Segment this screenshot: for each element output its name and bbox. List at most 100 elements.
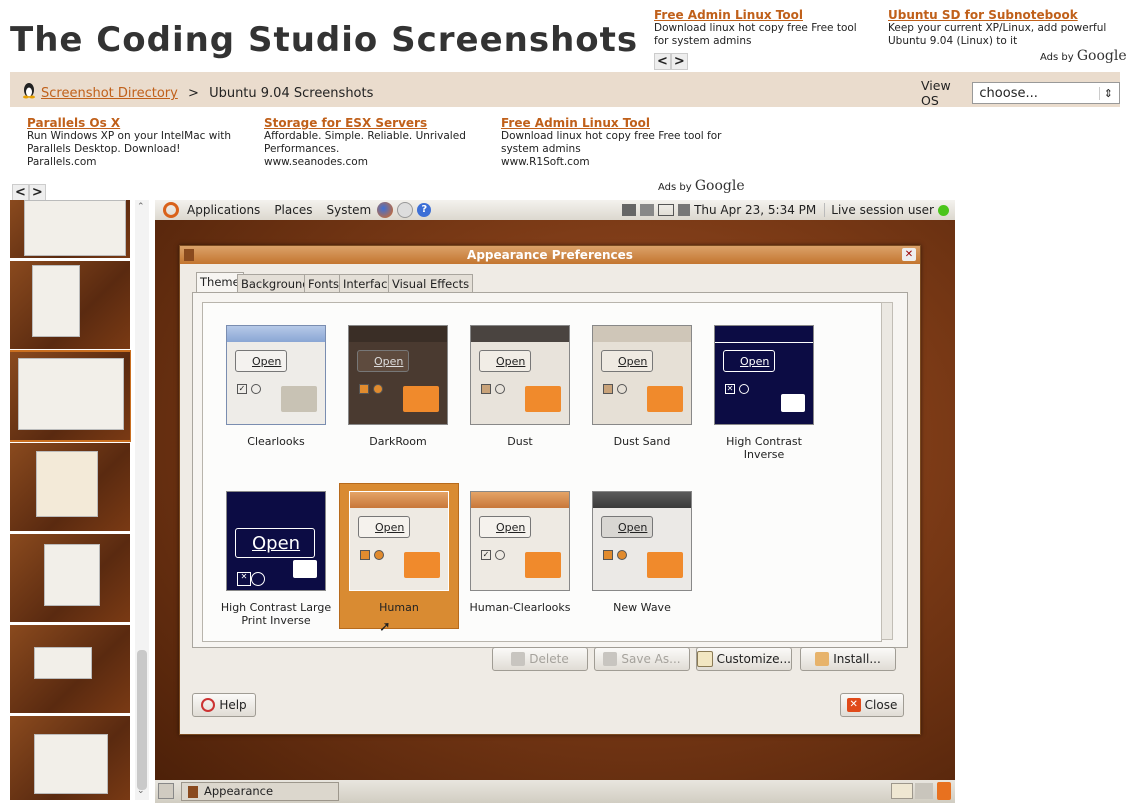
scroll-up-icon[interactable]: ⌃ <box>137 202 145 212</box>
ad-body: Affordable. Simple. Reliable. Unrivaled … <box>264 130 466 155</box>
mid-ad-3[interactable]: Free Admin Linux Tool Download linux hot… <box>501 116 726 168</box>
screenshot-thumbnail[interactable] <box>10 534 130 622</box>
ad-prev-button[interactable]: < <box>12 184 29 201</box>
panel-menu-applications[interactable]: Applications <box>187 203 260 217</box>
help-icon[interactable]: ? <box>417 203 432 217</box>
theme-item-high-contrast-inverse[interactable]: Open ✕ High Contrast Inverse <box>705 325 823 461</box>
close-icon[interactable]: ✕ <box>902 248 916 261</box>
firefox-icon[interactable] <box>377 202 394 218</box>
volume-icon[interactable] <box>678 204 691 216</box>
view-os-select[interactable]: choose... ⇕ <box>972 82 1120 104</box>
scroll-thumb[interactable] <box>137 650 147 790</box>
ads-by-google[interactable]: Ads by Google <box>1040 48 1127 64</box>
mid-ad-1[interactable]: Parallels Os X Run Windows XP on your In… <box>27 116 252 168</box>
network-icon[interactable] <box>622 204 637 216</box>
ad-url[interactable]: Parallels.com <box>27 156 252 168</box>
ad-title[interactable]: Storage for ESX Servers <box>264 116 489 130</box>
thumbnail-strip <box>10 200 131 800</box>
ad-title[interactable]: Free Admin Linux Tool <box>654 8 874 22</box>
theme-item-human-clearlooks[interactable]: Open ✓ Human-Clearlooks <box>461 491 579 614</box>
breadcrumb: Screenshot Directory > Ubuntu 9.04 Scree… <box>41 82 373 101</box>
customize-button[interactable]: Customize... <box>696 647 792 671</box>
mail-icon[interactable] <box>397 202 414 218</box>
help-button[interactable]: Help <box>192 693 256 717</box>
save-as-button[interactable]: Save As... <box>594 647 690 671</box>
taskbar-item-appearance[interactable]: Appearance Preferences <box>181 782 339 803</box>
site-title: The Coding Studio Screenshots <box>10 20 639 60</box>
breadcrumb-bar: Screenshot Directory > Ubuntu 9.04 Scree… <box>10 72 1120 108</box>
theme-tab-page: Open ✓ Clearlooks Open DarkRoom Open Dus… <box>192 292 908 648</box>
ad-url[interactable]: www.R1Soft.com <box>501 156 726 168</box>
theme-item-dust-sand[interactable]: Open Dust Sand <box>583 325 701 448</box>
ad-next-button[interactable]: > <box>28 184 46 201</box>
theme-preview: Open <box>349 491 449 591</box>
theme-item-clearlooks[interactable]: Open ✓ Clearlooks <box>217 325 335 448</box>
tab-background[interactable]: Background <box>237 274 314 293</box>
gnome-top-panel: Applications Places System ? Thu Apr 23,… <box>155 200 955 220</box>
theme-item-high-contrast-large-print-inverse[interactable]: Open ✕ High Contrast Large Print Inverse <box>217 491 335 627</box>
package-icon <box>815 652 830 666</box>
theme-label: Dust Sand <box>613 435 671 448</box>
gnome-bottom-panel: Appearance Preferences <box>155 780 955 803</box>
ad-title[interactable]: Ubuntu SD for Subnotebook <box>888 8 1120 22</box>
trash-icon <box>511 652 526 666</box>
tab-visual-effects[interactable]: Visual Effects <box>388 274 474 293</box>
theme-label: Human <box>379 601 419 614</box>
display-icon[interactable] <box>640 204 655 216</box>
dialog-titlebar[interactable]: Appearance Preferences ✕ <box>180 246 920 264</box>
view-os: View OS choose... ⇕ <box>921 78 1120 108</box>
ad-url[interactable]: www.seanodes.com <box>264 156 489 168</box>
panel-clock[interactable]: Thu Apr 23, 5:34 PM <box>694 203 816 217</box>
delete-button[interactable]: Delete <box>492 647 588 671</box>
envelope-icon[interactable] <box>658 204 675 216</box>
theme-preview: Open <box>348 325 448 425</box>
theme-preview: Open <box>592 491 692 591</box>
show-desktop-icon[interactable] <box>158 783 174 799</box>
ad-prev-button[interactable]: < <box>654 53 671 70</box>
theme-label: High Contrast Inverse <box>726 435 802 461</box>
panel-menu-places[interactable]: Places <box>274 203 312 217</box>
theme-item-darkroom[interactable]: Open DarkRoom <box>339 325 457 448</box>
top-ad-1[interactable]: Free Admin Linux Tool Download linux hot… <box>654 8 874 70</box>
theme-preview: Open ✕ <box>714 325 814 425</box>
close-button[interactable]: ✕ Close <box>840 693 904 717</box>
theme-label: New Wave <box>613 601 671 614</box>
theme-label: Human-Clearlooks <box>469 601 571 614</box>
panel-menu-system[interactable]: System <box>326 203 371 217</box>
ad-title[interactable]: Free Admin Linux Tool <box>501 116 726 130</box>
screenshot-thumbnail[interactable] <box>10 716 130 800</box>
mid-ad-2[interactable]: Storage for ESX Servers Affordable. Simp… <box>264 116 489 168</box>
edit-icon <box>697 651 713 667</box>
tux-icon <box>20 81 38 99</box>
screenshot-thumbnail[interactable] <box>10 625 130 713</box>
top-ad-2[interactable]: Ubuntu SD for Subnotebook Keep your curr… <box>888 8 1120 48</box>
ubuntu-logo-icon[interactable] <box>163 202 179 218</box>
breadcrumb-link-directory[interactable]: Screenshot Directory <box>41 86 178 101</box>
window-menu-icon[interactable] <box>184 249 194 261</box>
ad-title[interactable]: Parallels Os X <box>27 116 252 130</box>
tab-fonts[interactable]: Fonts <box>304 274 344 293</box>
close-icon: ✕ <box>846 698 861 712</box>
breadcrumb-separator: > <box>187 86 199 101</box>
trash-icon[interactable] <box>937 782 951 800</box>
workspace-switcher[interactable] <box>891 783 913 799</box>
ads-by-google[interactable]: Ads by Google <box>658 178 745 194</box>
theme-list-scrollbar[interactable] <box>881 302 893 640</box>
mouse-cursor-icon: ➚ <box>379 619 391 635</box>
theme-item-dust[interactable]: Open Dust <box>461 325 579 448</box>
panel-user[interactable]: Live session user <box>824 203 934 217</box>
screenshot-thumbnail[interactable] <box>10 200 130 258</box>
workspace-switcher[interactable] <box>915 783 933 799</box>
ad-next-button[interactable]: > <box>670 53 688 70</box>
ad-body: Download linux hot copy free Free tool f… <box>501 130 722 155</box>
theme-item-new-wave[interactable]: Open New Wave <box>583 491 701 614</box>
lifebuoy-icon <box>201 698 216 712</box>
screenshot-thumbnail[interactable] <box>10 261 130 349</box>
install-button[interactable]: Install... <box>800 647 896 671</box>
theme-list[interactable]: Open ✓ Clearlooks Open DarkRoom Open Dus… <box>202 302 882 642</box>
screenshot-thumbnail[interactable] <box>10 350 131 442</box>
scroll-down-icon[interactable]: ⌄ <box>137 786 145 796</box>
thumbnail-scrollbar[interactable]: ⌃ ⌄ <box>135 200 149 800</box>
screenshot-thumbnail[interactable] <box>10 443 130 531</box>
theme-item-human[interactable]: Open Human <box>339 483 459 629</box>
